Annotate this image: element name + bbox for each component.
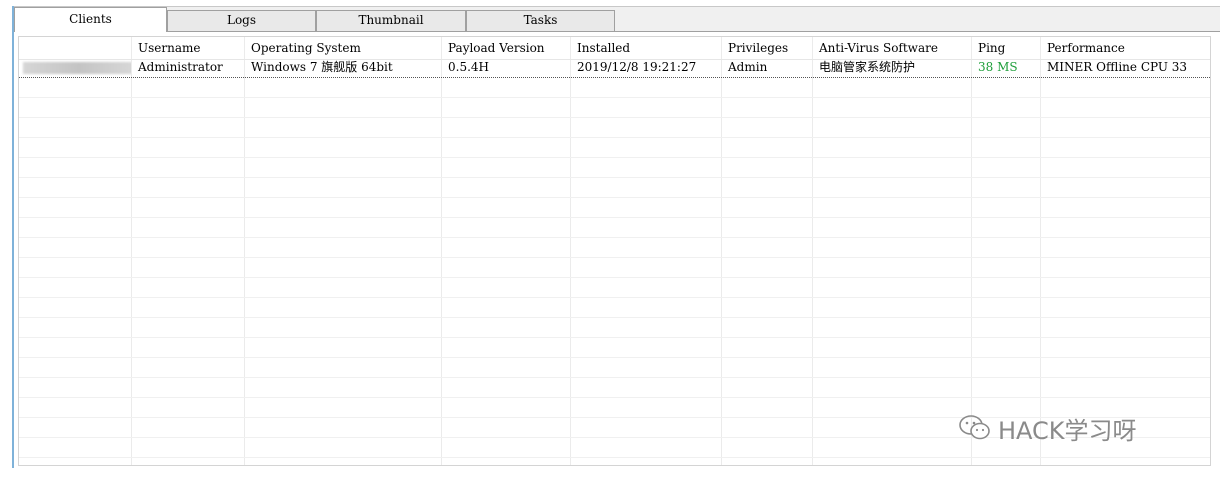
ping-cell: 38 MS <box>978 60 1018 74</box>
row-gridline <box>19 277 1210 278</box>
column-divider[interactable] <box>131 37 132 465</box>
wechat-icon <box>959 415 990 440</box>
row-gridline <box>19 237 1210 238</box>
column-header-client[interactable] <box>19 37 131 59</box>
payload-version-cell: 0.5.4H <box>448 60 489 74</box>
row-gridline <box>19 357 1210 358</box>
column-divider[interactable] <box>812 37 813 465</box>
row-gridline <box>19 117 1210 118</box>
column-header-performance[interactable]: Performance <box>1041 37 1210 59</box>
column-header-ping[interactable]: Ping <box>972 37 1040 59</box>
row-gridline <box>19 137 1210 138</box>
column-header-operating-system[interactable]: Operating System <box>245 37 441 59</box>
privileges-cell: Admin <box>728 60 768 74</box>
performance-cell: MINER Offline CPU 33 <box>1047 60 1188 74</box>
column-divider[interactable] <box>441 37 442 465</box>
column-header-privileges[interactable]: Privileges <box>722 37 812 59</box>
client-id-cell <box>19 59 131 77</box>
column-divider[interactable] <box>721 37 722 465</box>
watermark: HACK学习呀 <box>958 410 1137 446</box>
tab-tasks[interactable]: Tasks <box>466 10 615 31</box>
column-header-installed[interactable]: Installed <box>571 37 721 59</box>
row-gridline <box>19 197 1210 198</box>
column-divider[interactable] <box>570 37 571 465</box>
column-header-username[interactable]: Username <box>132 37 244 59</box>
table-row[interactable]: Administrator Windows 7 旗舰版 64bit 0.5.4H… <box>19 59 1210 78</box>
row-gridline <box>19 97 1210 98</box>
column-divider[interactable] <box>244 37 245 465</box>
installed-cell: 2019/12/8 19:21:27 <box>577 60 697 74</box>
column-header-antivirus[interactable]: Anti-Virus Software <box>813 37 971 59</box>
row-gridline <box>19 217 1210 218</box>
clients-grid[interactable]: Username Operating System Payload Versio… <box>18 36 1211 466</box>
row-gridline <box>19 377 1210 378</box>
column-divider[interactable] <box>1040 37 1041 465</box>
tab-bar: Clients Logs Thumbnail Tasks <box>14 7 1220 32</box>
window-left-border <box>12 6 14 468</box>
row-gridline <box>19 457 1210 458</box>
row-gridline <box>19 337 1210 338</box>
row-gridline <box>19 177 1210 178</box>
tab-thumbnail[interactable]: Thumbnail <box>316 10 466 31</box>
antivirus-cell: 电脑管家系统防护 <box>819 60 916 74</box>
row-gridline <box>19 257 1210 258</box>
row-gridline <box>19 297 1210 298</box>
row-gridline <box>19 157 1210 158</box>
tab-logs[interactable]: Logs <box>167 10 316 31</box>
tab-clients[interactable]: Clients <box>14 7 167 32</box>
watermark-text: HACK学习呀 <box>998 416 1137 445</box>
username-cell: Administrator <box>138 60 223 74</box>
row-gridline <box>19 317 1210 318</box>
row-gridline <box>19 397 1210 398</box>
column-divider[interactable] <box>971 37 972 465</box>
column-header-payload-version[interactable]: Payload Version <box>442 37 570 59</box>
os-cell: Windows 7 旗舰版 64bit <box>251 60 393 74</box>
redacted-client-name <box>23 62 131 74</box>
column-header-row: Username Operating System Payload Versio… <box>19 37 1210 60</box>
